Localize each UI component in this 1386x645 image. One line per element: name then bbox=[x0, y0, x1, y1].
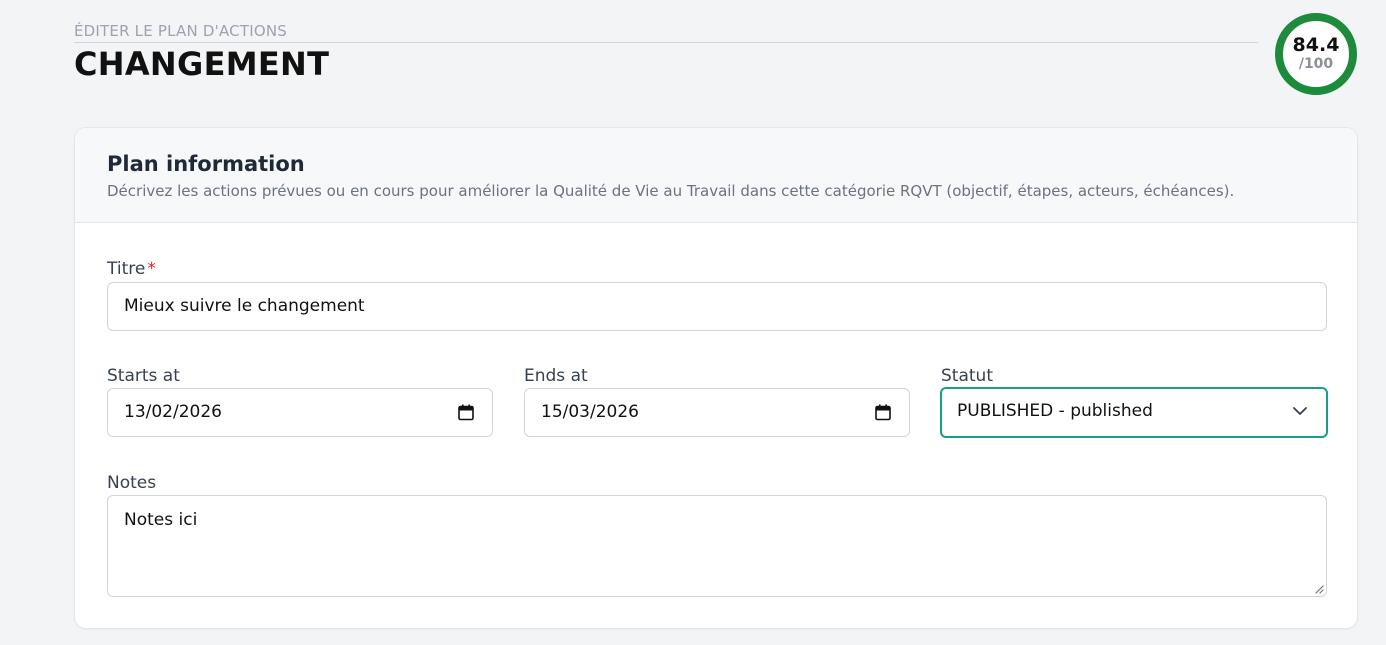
calendar-icon[interactable] bbox=[875, 404, 891, 421]
status-select[interactable]: PUBLISHED - published bbox=[940, 387, 1328, 438]
starts-at-input[interactable]: 13/02/2026 bbox=[107, 388, 493, 437]
score-value: 84.4 bbox=[1292, 34, 1340, 56]
plan-information-card: Plan information Décrivez les actions pr… bbox=[74, 127, 1358, 629]
resize-handle-icon[interactable] bbox=[1314, 584, 1324, 594]
notes-value: Notes ici bbox=[124, 510, 198, 530]
card-description: Décrivez les actions prévues ou en cours… bbox=[107, 182, 1235, 200]
score-max: /100 bbox=[1298, 56, 1334, 72]
notes-textarea[interactable]: Notes ici bbox=[107, 495, 1327, 597]
title-input-value: Mieux suivre le changement bbox=[124, 296, 365, 316]
starts-at-label: Starts at bbox=[107, 366, 180, 386]
required-mark: * bbox=[147, 259, 156, 279]
calendar-icon[interactable] bbox=[458, 404, 474, 421]
breadcrumb: ÉDITER LE PLAN D'ACTIONS bbox=[74, 20, 1258, 43]
title-label-text: Titre bbox=[107, 259, 146, 279]
status-select-value: PUBLISHED - published bbox=[957, 401, 1153, 421]
starts-at-value: 13/02/2026 bbox=[124, 402, 222, 422]
status-label: Statut bbox=[941, 366, 993, 386]
ends-at-label: Ends at bbox=[524, 366, 588, 386]
card-title: Plan information bbox=[107, 152, 305, 176]
card-header: Plan information Décrivez les actions pr… bbox=[75, 128, 1357, 223]
score-badge: 84.4 /100 bbox=[1274, 12, 1358, 96]
page-title: CHANGEMENT bbox=[74, 45, 330, 83]
ends-at-value: 15/03/2026 bbox=[541, 402, 639, 422]
page-header: ÉDITER LE PLAN D'ACTIONS CHANGEMENT bbox=[74, 20, 1258, 83]
title-label: Titre * bbox=[107, 258, 156, 280]
notes-label: Notes bbox=[107, 473, 157, 493]
title-input[interactable]: Mieux suivre le changement bbox=[107, 282, 1327, 331]
ends-at-input[interactable]: 15/03/2026 bbox=[524, 388, 910, 437]
chevron-down-icon bbox=[1293, 407, 1307, 415]
